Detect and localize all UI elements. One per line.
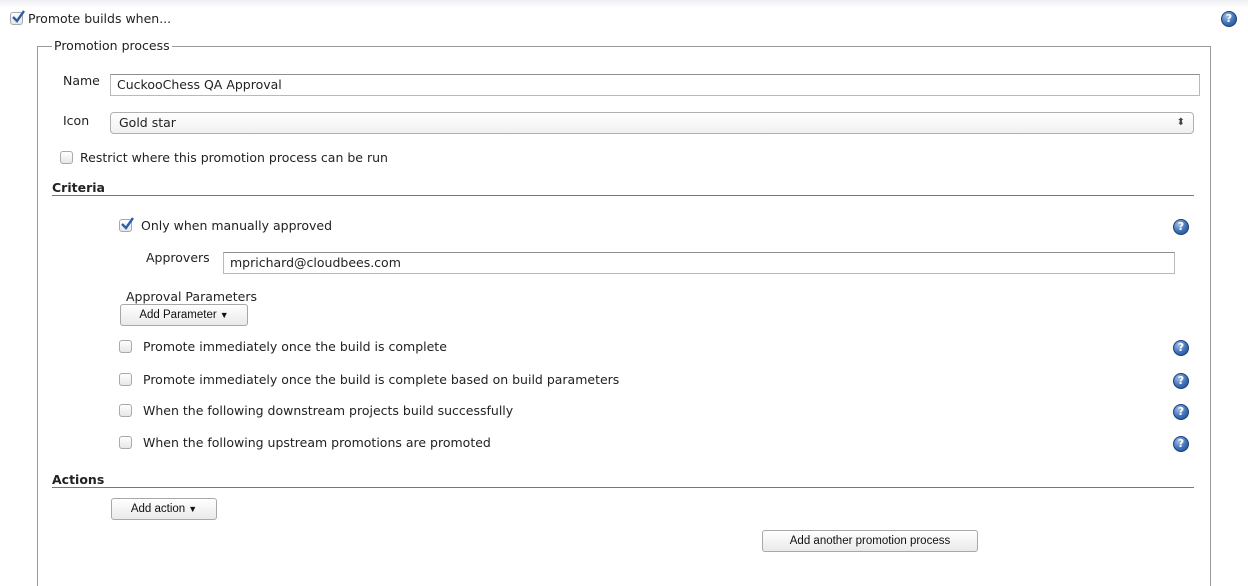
- help-icon[interactable]: ?: [1173, 219, 1189, 235]
- approvers-label: Approvers: [146, 250, 210, 265]
- option-upstream-checkbox[interactable]: [119, 436, 132, 449]
- chevron-down-icon: ▼: [219, 310, 229, 320]
- approvers-input[interactable]: mprichard@cloudbees.com: [223, 252, 1175, 274]
- option-upstream-label: When the following upstream promotions a…: [143, 435, 491, 450]
- help-icon[interactable]: ?: [1173, 340, 1189, 356]
- name-label: Name: [63, 73, 100, 88]
- actions-divider: [52, 487, 1194, 488]
- icon-label: Icon: [63, 113, 90, 128]
- option-params-checkbox[interactable]: [119, 373, 132, 386]
- promote-builds-checkbox[interactable]: [10, 10, 25, 25]
- option-downstream-checkbox[interactable]: [119, 404, 132, 417]
- help-icon[interactable]: ?: [1173, 373, 1189, 389]
- help-icon[interactable]: ?: [1173, 404, 1189, 420]
- option-immediate-label: Promote immediately once the build is co…: [143, 339, 447, 354]
- checkmark-icon: [121, 217, 134, 230]
- help-icon[interactable]: ?: [1173, 436, 1189, 452]
- option-params-label: Promote immediately once the build is co…: [143, 372, 620, 387]
- manual-approval-label: Only when manually approved: [141, 218, 333, 233]
- restrict-label: Restrict where this promotion process ca…: [80, 150, 388, 165]
- manual-approval-checkbox[interactable]: [119, 217, 134, 232]
- criteria-divider: [52, 195, 1194, 196]
- criteria-title: Criteria: [52, 180, 105, 195]
- name-input[interactable]: CuckooChess QA Approval: [110, 74, 1200, 96]
- approval-parameters-label: Approval Parameters: [126, 289, 257, 304]
- promote-builds-label: Promote builds when...: [28, 11, 172, 26]
- option-downstream-label: When the following downstream projects b…: [143, 403, 514, 418]
- icon-select[interactable]: Gold star ⬍: [110, 112, 1194, 134]
- promotion-process-legend: Promotion process: [52, 38, 172, 53]
- actions-title: Actions: [52, 472, 105, 487]
- top-strip: [0, 0, 1248, 8]
- add-parameter-button[interactable]: Add Parameter ▼: [120, 304, 248, 326]
- icon-select-value: Gold star: [119, 115, 176, 130]
- add-action-label: Add action: [130, 503, 186, 515]
- option-immediate-checkbox[interactable]: [119, 340, 132, 353]
- help-icon[interactable]: ?: [1221, 11, 1237, 27]
- restrict-checkbox[interactable]: [60, 151, 73, 164]
- add-action-button[interactable]: Add action ▼: [111, 498, 217, 520]
- add-promotion-process-button[interactable]: Add another promotion process: [762, 530, 978, 552]
- chevron-down-icon: ▼: [188, 504, 198, 514]
- checkmark-icon: [12, 10, 25, 23]
- updown-arrows-icon: ⬍: [1176, 117, 1185, 128]
- add-parameter-label: Add Parameter: [139, 309, 217, 321]
